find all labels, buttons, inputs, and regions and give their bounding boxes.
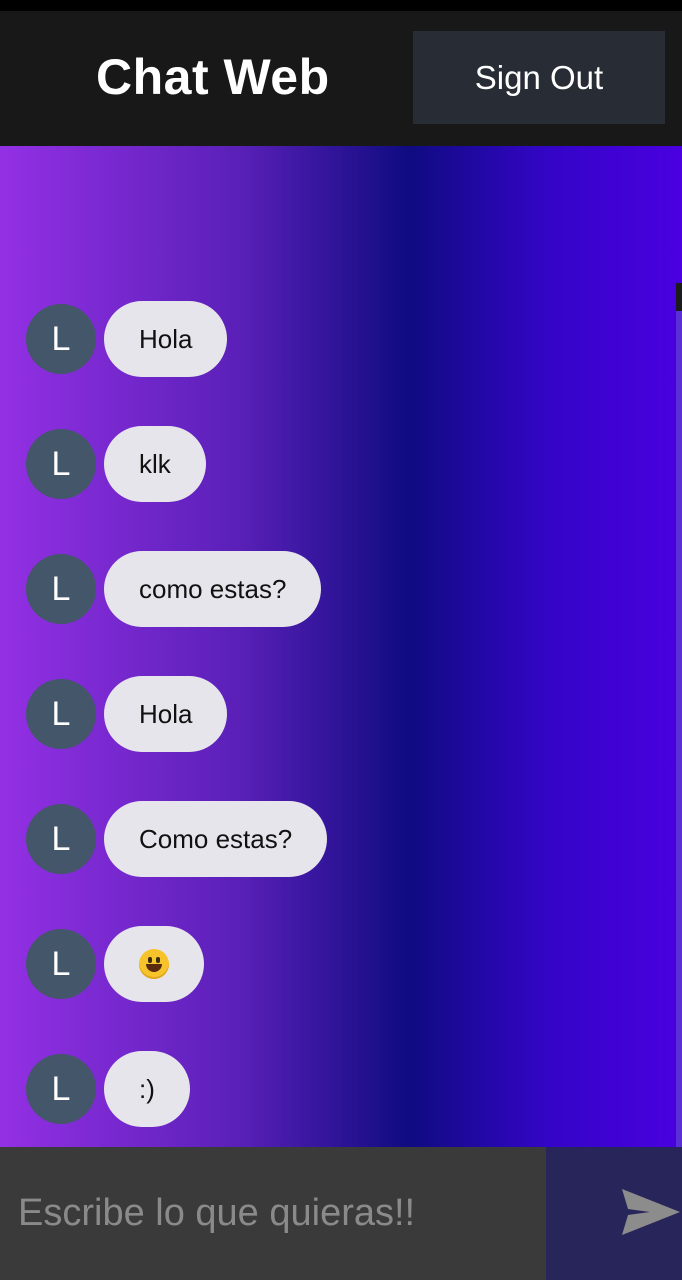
avatar: L	[26, 1054, 96, 1124]
avatar: L	[26, 429, 96, 499]
message-bubble	[104, 926, 204, 1002]
status-bar	[0, 0, 682, 11]
avatar: L	[26, 554, 96, 624]
avatar: L	[26, 929, 96, 999]
scrollbar-thumb[interactable]	[676, 283, 682, 311]
chat-messages-area[interactable]: L Hola L klk L como estas? L Hola L Como…	[0, 146, 682, 1147]
send-button[interactable]	[546, 1147, 682, 1280]
message-row: L Hola	[26, 301, 228, 377]
message-row: L :)	[26, 1051, 190, 1127]
grinning-face-emoji-icon	[139, 949, 169, 979]
avatar: L	[26, 804, 96, 874]
avatar: L	[26, 304, 96, 374]
message-row: L como estas?	[26, 551, 322, 627]
message-row: L	[26, 926, 204, 1002]
app-header: Chat Web Sign Out	[0, 11, 682, 146]
message-bubble: klk	[104, 426, 206, 502]
message-row: L Como estas?	[26, 801, 328, 877]
message-composer	[0, 1147, 682, 1280]
message-row: L Hola	[26, 676, 228, 752]
send-icon	[622, 1189, 680, 1235]
scrollbar-track[interactable]	[676, 283, 682, 1147]
avatar: L	[26, 679, 96, 749]
message-bubble: Como estas?	[104, 801, 328, 877]
message-bubble: :)	[104, 1051, 190, 1127]
app-title: Chat Web	[96, 49, 330, 105]
message-bubble: Hola	[104, 301, 228, 377]
message-input[interactable]	[0, 1147, 546, 1280]
message-row: L klk	[26, 426, 206, 502]
message-bubble: Hola	[104, 676, 228, 752]
sign-out-button[interactable]: Sign Out	[413, 31, 665, 124]
message-bubble: como estas?	[104, 551, 322, 627]
